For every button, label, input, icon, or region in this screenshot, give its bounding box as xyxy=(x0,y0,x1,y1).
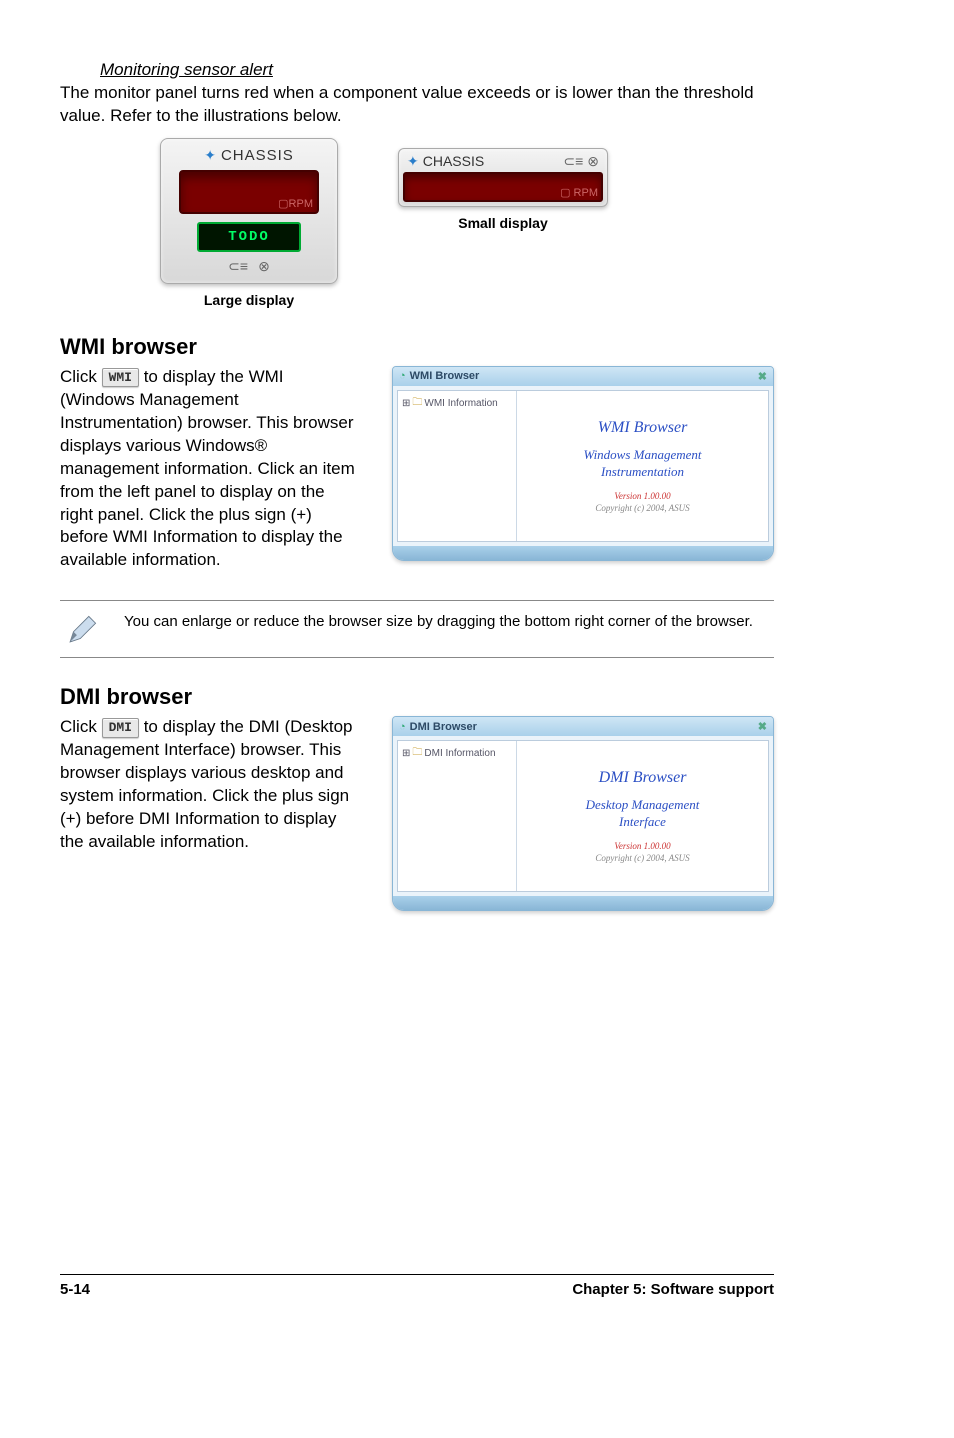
link-icon: ⊂≡ xyxy=(228,258,248,275)
resize-handle[interactable] xyxy=(393,546,773,560)
page-number: 5-14 xyxy=(60,1281,90,1298)
fan-icon: ✦ xyxy=(407,153,419,170)
content-sub-line2: Instrumentation xyxy=(601,464,684,479)
close-icon[interactable]: ✖ xyxy=(758,370,767,383)
gauge-small-label: CHASSIS xyxy=(423,153,484,169)
expand-icon[interactable]: ⊞ xyxy=(402,398,410,409)
pencil-note-icon xyxy=(60,611,104,647)
content-sub-line2: Interface xyxy=(619,814,666,829)
dmi-window-title: DMI Browser xyxy=(410,721,477,733)
chassis-gauge-large: ✦ CHASSIS ▢RPM TODO ⊂≡ ⊗ xyxy=(160,138,338,284)
content-sub-line1: Windows Management xyxy=(583,447,701,462)
wmi-browser-window: ◔ WMI Browser ✖ ⊞ 🗀 WMI Information WMI … xyxy=(392,366,774,561)
fan-icon: ✦ xyxy=(204,147,217,164)
content-title: DMI Browser xyxy=(599,769,687,787)
copyright-text: Copyright (c) 2004, ASUS xyxy=(595,503,689,513)
folder-icon: 🗀 xyxy=(412,395,422,412)
link-icon: ⊂≡ xyxy=(563,153,583,170)
rpm-unit-small: ▢ RPM xyxy=(560,186,598,199)
window-icon: ◔ xyxy=(399,370,406,382)
dmi-heading: DMI browser xyxy=(60,684,774,710)
chapter-label: Chapter 5: Software support xyxy=(572,1281,774,1298)
close-icon: ⊗ xyxy=(587,153,599,170)
folder-icon: 🗀 xyxy=(412,745,422,762)
wmi-heading: WMI browser xyxy=(60,334,774,360)
rpm-unit-large: ▢RPM xyxy=(278,197,313,210)
expand-icon[interactable]: ⊞ xyxy=(402,748,410,759)
monitoring-body: The monitor panel turns red when a compo… xyxy=(60,82,774,128)
dmi-content-panel: DMI Browser Desktop Management Interface… xyxy=(517,741,768,891)
note-text: You can enlarge or reduce the browser si… xyxy=(124,611,753,632)
gauge-large-label: CHASSIS xyxy=(221,147,294,164)
small-caption: Small display xyxy=(458,215,547,231)
dmi-paragraph: Click DMI to display the DMI (Desktop Ma… xyxy=(60,716,362,854)
subsection-heading: Monitoring sensor alert xyxy=(100,60,774,80)
wmi-window-title: WMI Browser xyxy=(410,370,480,382)
tree-root-label: WMI Information xyxy=(424,398,497,409)
dmi-browser-window: ◔ DMI Browser ✖ ⊞ 🗀 DMI Information DMI … xyxy=(392,716,774,911)
copyright-text: Copyright (c) 2004, ASUS xyxy=(595,853,689,863)
tree-root-label: DMI Information xyxy=(424,748,495,759)
gauge-readout: TODO xyxy=(197,222,301,252)
dmi-tree-panel[interactable]: ⊞ 🗀 DMI Information xyxy=(398,741,517,891)
content-title: WMI Browser xyxy=(598,419,688,437)
wmi-content-panel: WMI Browser Windows Management Instrumen… xyxy=(517,391,768,541)
close-icon: ⊗ xyxy=(258,258,270,275)
content-sub-line1: Desktop Management xyxy=(586,797,700,812)
window-icon: ◔ xyxy=(399,721,406,733)
wmi-paragraph: Click WMI to display the WMI (Windows Ma… xyxy=(60,366,362,572)
dmi-button[interactable]: DMI xyxy=(102,718,139,738)
resize-handle[interactable] xyxy=(393,896,773,910)
large-caption: Large display xyxy=(204,292,294,308)
close-icon[interactable]: ✖ xyxy=(758,720,767,733)
version-text: Version 1.00.00 xyxy=(614,841,670,851)
chassis-gauge-small: ✦ CHASSIS ⊂≡ ⊗ ▢ RPM xyxy=(398,148,608,207)
wmi-tree-panel[interactable]: ⊞ 🗀 WMI Information xyxy=(398,391,517,541)
wmi-button[interactable]: WMI xyxy=(102,368,139,388)
version-text: Version 1.00.00 xyxy=(614,491,670,501)
